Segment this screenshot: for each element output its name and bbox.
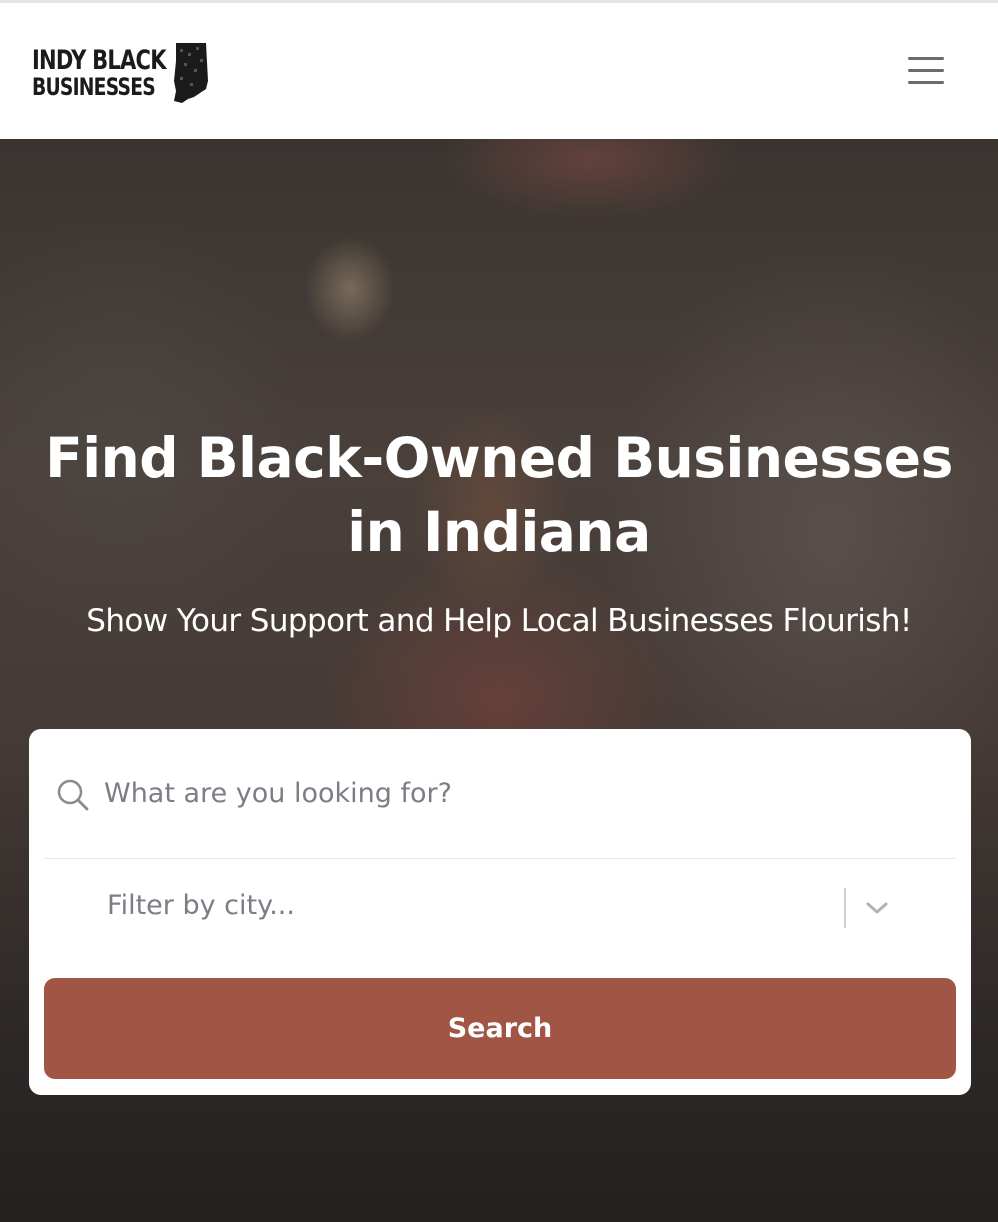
logo-line-1: INDY BLACK <box>32 45 167 76</box>
search-row <box>44 729 956 859</box>
city-filter-placeholder: Filter by city... <box>107 890 295 921</box>
menu-bar <box>908 81 944 84</box>
menu-bar <box>908 69 944 72</box>
search-icon <box>57 779 89 811</box>
site-header: INDY BLACK BUSINESSES <box>0 3 998 139</box>
hero-section: Find Black-Owned Businesses in Indiana S… <box>0 139 998 1222</box>
search-button[interactable]: Search <box>44 978 956 1079</box>
hero-title: Find Black-Owned Businesses in Indiana <box>45 426 953 564</box>
search-input[interactable] <box>104 765 924 821</box>
chevron-down-icon[interactable] <box>862 896 892 920</box>
hamburger-menu-icon[interactable] <box>902 53 950 89</box>
indiana-state-icon <box>174 43 208 103</box>
menu-bar <box>908 57 944 60</box>
search-card: Filter by city... Search <box>29 729 971 1095</box>
hero-subtitle: Show Your Support and Help Local Busines… <box>86 603 912 639</box>
site-logo[interactable]: INDY BLACK BUSINESSES <box>32 39 212 109</box>
select-divider <box>844 888 846 928</box>
city-filter-select[interactable]: Filter by city... <box>44 860 956 960</box>
logo-line-2: BUSINESSES <box>32 73 156 101</box>
